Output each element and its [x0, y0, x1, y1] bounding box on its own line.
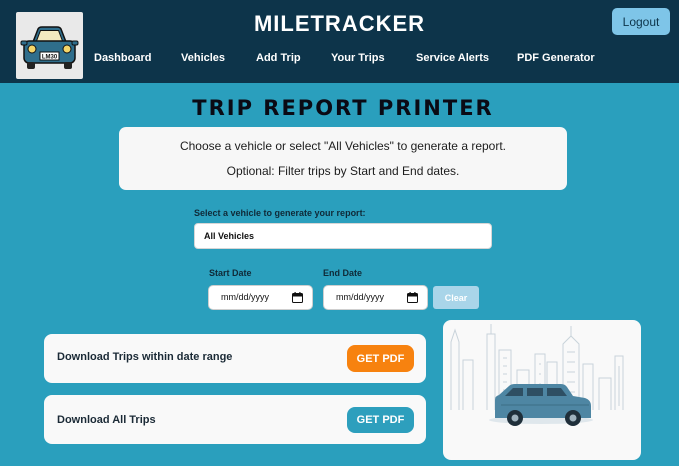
- instructions-card: Choose a vehicle or select "All Vehicles…: [119, 127, 567, 190]
- start-date-label: Start Date: [209, 268, 252, 278]
- calendar-icon[interactable]: [407, 292, 418, 303]
- download-all-card: Download All Trips GET PDF: [44, 395, 426, 444]
- page-title: TRIP REPORT PRINTER: [192, 96, 494, 120]
- download-range-card: Download Trips within date range GET PDF: [44, 334, 426, 383]
- app-title: MILETRACKER: [253, 11, 426, 36]
- nav-dashboard[interactable]: Dashboard: [94, 52, 151, 64]
- get-pdf-range-button[interactable]: GET PDF: [347, 345, 414, 372]
- start-date-value: mm/dd/yyyy: [221, 292, 270, 302]
- nav-add-trip[interactable]: Add Trip: [256, 52, 301, 64]
- vehicle-select-label: Select a vehicle to generate your report…: [194, 208, 366, 218]
- car-city-illustration: [443, 320, 641, 460]
- vehicle-select[interactable]: All Vehicles: [194, 223, 492, 249]
- nav-pdf-generator[interactable]: PDF Generator: [517, 52, 595, 64]
- download-all-text: Download All Trips: [57, 414, 156, 426]
- instructions-line-2: Optional: Filter trips by Start and End …: [226, 164, 460, 178]
- top-navbar: LM30 MILETRACKER Dashboard Vehicles Add …: [0, 0, 679, 83]
- city-car-illustration-icon: [450, 324, 624, 426]
- nav-your-trips[interactable]: Your Trips: [331, 52, 385, 64]
- clear-dates-button[interactable]: Clear: [433, 286, 479, 309]
- get-pdf-all-button[interactable]: GET PDF: [347, 407, 414, 433]
- start-date-input[interactable]: mm/dd/yyyy: [208, 285, 313, 310]
- end-date-input[interactable]: mm/dd/yyyy: [323, 285, 428, 310]
- nav-service-alerts[interactable]: Service Alerts: [416, 52, 489, 64]
- calendar-icon[interactable]: [292, 292, 303, 303]
- instructions-line-1: Choose a vehicle or select "All Vehicles…: [179, 139, 507, 153]
- logout-button[interactable]: Logout: [612, 8, 670, 35]
- nav-vehicles[interactable]: Vehicles: [181, 52, 225, 64]
- download-range-text: Download Trips within date range: [57, 351, 233, 363]
- end-date-label: End Date: [323, 268, 363, 278]
- end-date-value: mm/dd/yyyy: [336, 292, 385, 302]
- logo-plate-text: LM30: [42, 55, 58, 61]
